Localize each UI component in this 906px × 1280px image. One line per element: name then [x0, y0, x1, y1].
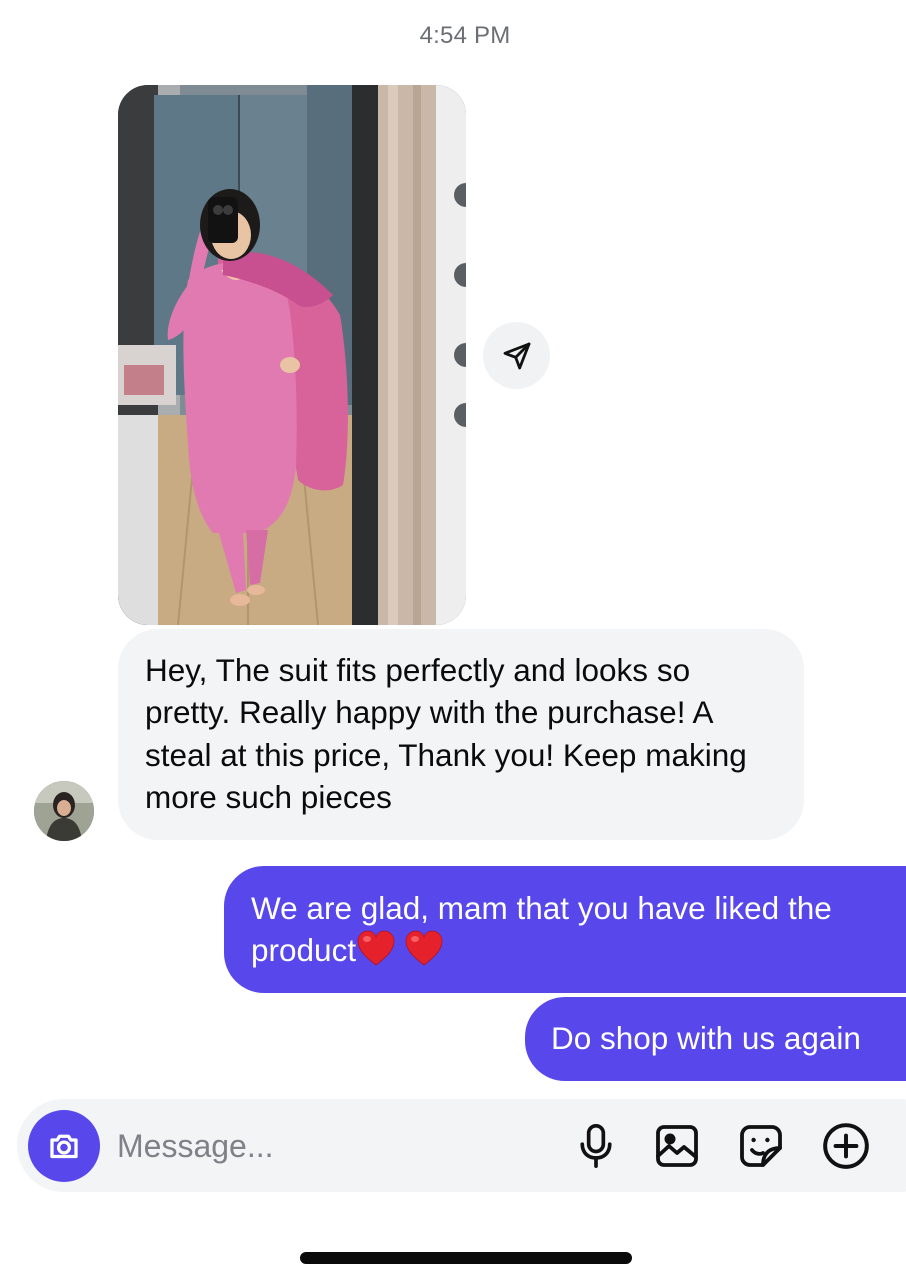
incoming-photo[interactable] [118, 85, 466, 625]
more-options-button[interactable] [819, 1119, 873, 1173]
image-icon [656, 1125, 698, 1167]
heart-emoji-pair [356, 930, 444, 968]
share-photo-button[interactable] [483, 322, 550, 389]
outgoing-message-text: Do shop with us again [551, 1020, 861, 1056]
gallery-button[interactable] [650, 1119, 704, 1173]
message-timestamp: 4:54 PM [419, 22, 511, 49]
outgoing-message-bubble[interactable]: Do shop with us again [525, 997, 906, 1081]
sticker-button[interactable] [734, 1119, 788, 1173]
microphone-icon [580, 1124, 612, 1168]
camera-icon [50, 1134, 78, 1159]
message-composer [17, 1099, 906, 1192]
incoming-message-bubble[interactable]: Hey, The suit fits perfectly and looks s… [118, 629, 804, 840]
red-heart-icon [405, 930, 443, 966]
home-indicator[interactable] [300, 1252, 632, 1264]
sticker-icon [740, 1125, 782, 1167]
outgoing-message-text: We are glad, mam that you have liked the… [251, 890, 832, 969]
camera-button[interactable] [28, 1110, 100, 1182]
plus-circle-icon [823, 1123, 869, 1169]
chat-screen: 4:54 PM Hey, The suit fits perfectly and… [0, 0, 906, 1280]
microphone-button[interactable] [569, 1119, 623, 1173]
incoming-message-text: Hey, The suit fits perfectly and looks s… [145, 652, 747, 815]
message-input[interactable] [117, 1123, 537, 1169]
outgoing-message-bubble[interactable]: We are glad, mam that you have liked the… [224, 866, 906, 993]
sender-avatar[interactable] [34, 781, 94, 841]
paper-plane-icon [503, 342, 530, 369]
red-heart-icon [357, 930, 395, 966]
